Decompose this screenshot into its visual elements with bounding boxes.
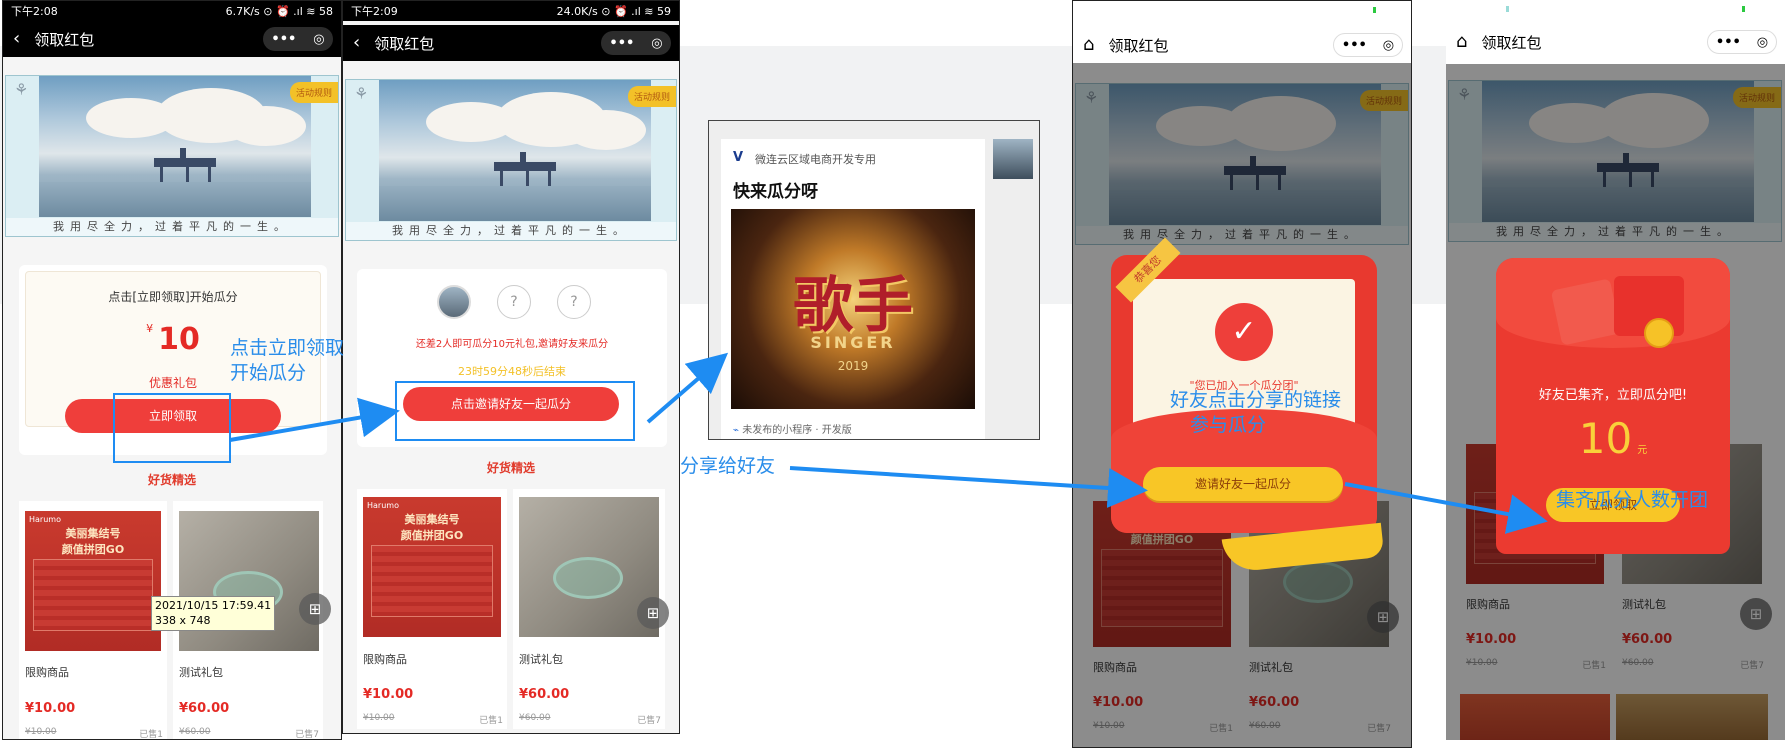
arrow-step-3	[789, 466, 1148, 508]
arrow-overlay	[229, 352, 1548, 534]
arrow-step-2	[646, 352, 729, 424]
tutorial-canvas: 下午2:08 6.7K/s ⊙ ⏰ .ıl ≋ 58 ‹ 领取红包 ••• ◎ …	[0, 0, 1785, 756]
arrow-step-4	[1344, 482, 1548, 534]
arrow-step-1	[229, 397, 400, 442]
